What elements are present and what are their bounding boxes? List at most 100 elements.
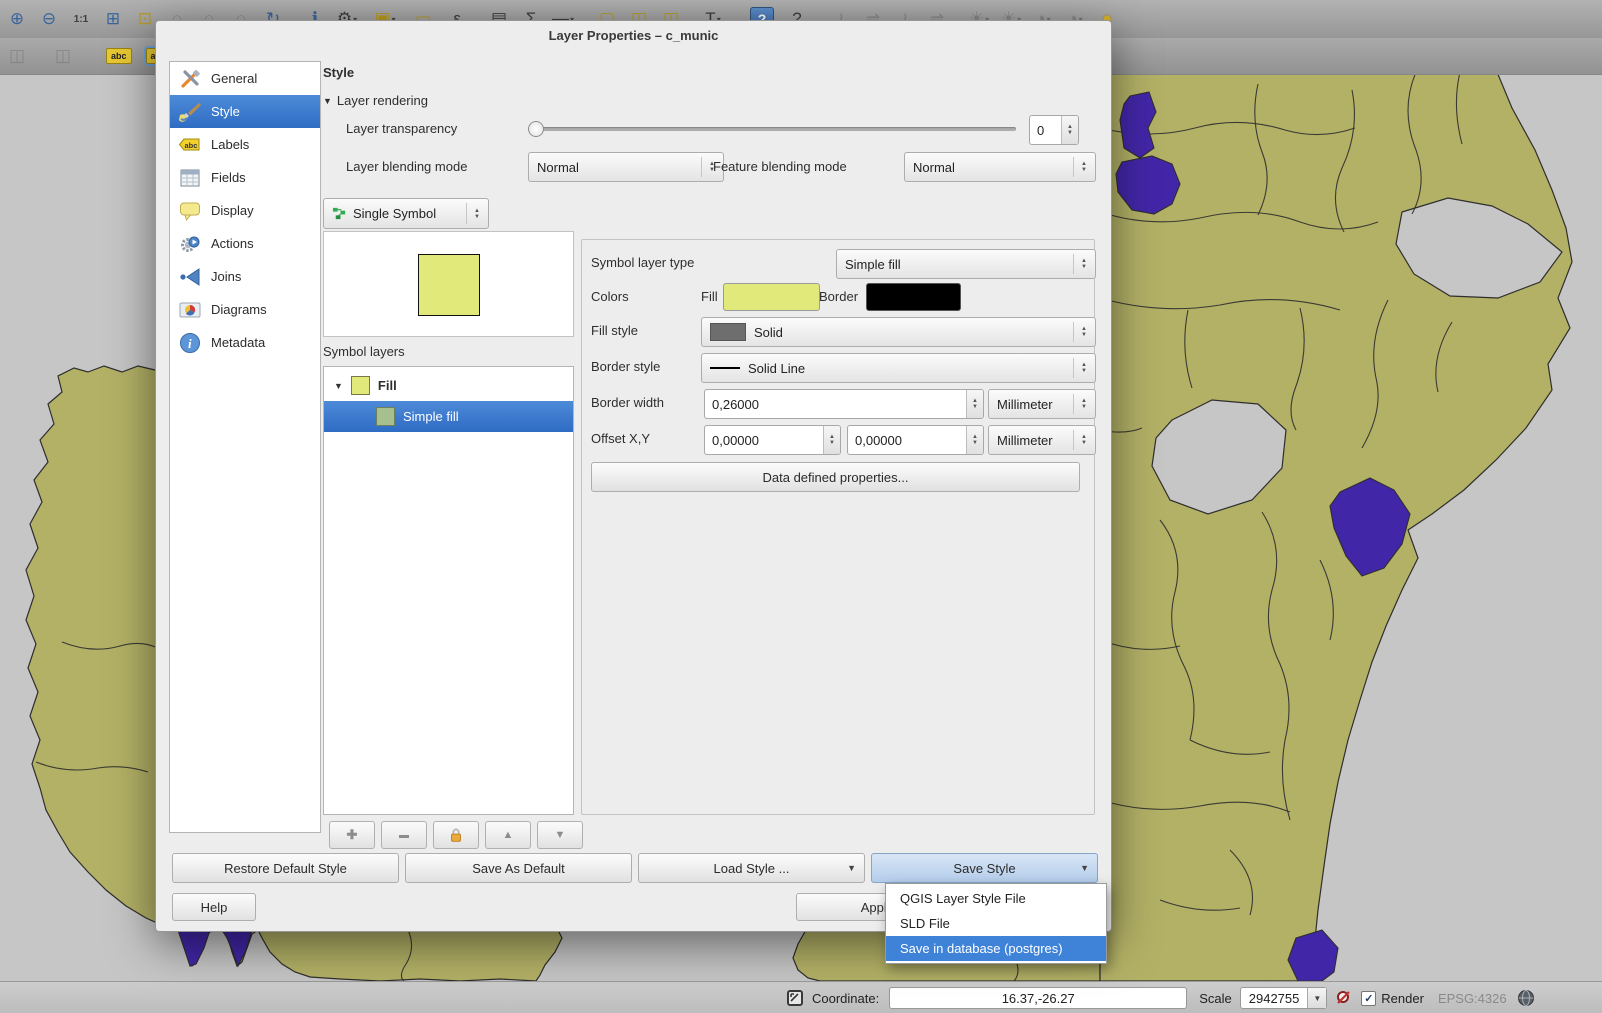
save-style-button[interactable]: Save Style ▼ (871, 853, 1098, 883)
expander-icon[interactable]: ▼ (334, 381, 343, 391)
sidebar-label: General (211, 71, 257, 86)
sidebar-item-fields[interactable]: Fields (170, 161, 320, 194)
border-width-unit-combo[interactable]: Millimeter ▲▼ (988, 389, 1096, 419)
symbol-preview (323, 231, 574, 337)
label-toolbar-icon[interactable]: abc (106, 48, 132, 64)
lock-symbol-layer-button[interactable] (433, 821, 479, 849)
fill-color-label: Fill (701, 289, 718, 305)
layer-blend-combo[interactable]: Normal ▲▼ (528, 152, 724, 182)
simple-fill-swatch-icon (376, 407, 395, 426)
scale-combo[interactable]: 2942755 ▼ (1240, 987, 1328, 1009)
move-down-button[interactable]: ▼ (537, 821, 583, 849)
scale-label: Scale (1199, 991, 1232, 1006)
menu-item-save-in-database[interactable]: Save in database (postgres) (886, 936, 1106, 961)
zoom-native-icon[interactable]: 1:1 (68, 6, 94, 32)
data-defined-properties-button[interactable]: Data defined properties... (591, 462, 1080, 492)
combo-arrows-icon: ▲▼ (1073, 430, 1087, 450)
combo-arrows-icon: ▲▼ (1073, 254, 1087, 274)
symbol-layers-tree: ▼ Fill Simple fill (323, 366, 574, 815)
fill-style-label: Fill style (591, 323, 638, 339)
help-button[interactable]: Help (172, 893, 256, 921)
sidebar-item-general[interactable]: General (170, 62, 320, 95)
menu-item-sld-file[interactable]: SLD File (886, 911, 1106, 936)
renderer-combo[interactable]: Single Symbol ▲▼ (323, 198, 489, 229)
sidebar-item-display[interactable]: Display (170, 194, 320, 227)
border-color-button[interactable] (866, 283, 961, 311)
combo-arrows-icon: ▲▼ (466, 203, 480, 224)
sidebar-item-diagrams[interactable]: Diagrams (170, 293, 320, 326)
move-up-button[interactable]: ▲ (485, 821, 531, 849)
svg-text:i: i (188, 336, 192, 351)
spinner-arrows-icon[interactable]: ▲▼ (966, 426, 983, 454)
sidebar-label: Joins (211, 269, 241, 284)
sidebar-item-actions[interactable]: Actions (170, 227, 320, 260)
info-icon: i (178, 331, 202, 355)
offset-y-spinbox[interactable]: ▲▼ (847, 425, 984, 455)
zoom-full-icon[interactable]: ⊞ (100, 6, 126, 32)
paintbrush-icon (178, 100, 202, 124)
offset-x-input[interactable] (705, 433, 823, 448)
dropdown-caret-icon[interactable]: ▼ (1307, 988, 1326, 1008)
spinner-arrows-icon[interactable]: ▲▼ (966, 390, 983, 418)
transparency-input[interactable] (1030, 123, 1061, 138)
combo-arrows-icon: ▲▼ (1073, 394, 1087, 414)
add-symbol-layer-button[interactable]: ✚ (329, 821, 375, 849)
combo-arrows-icon: ▲▼ (1073, 358, 1087, 378)
transparency-slider-handle[interactable] (528, 121, 544, 137)
render-checkbox[interactable]: ✓ (1361, 991, 1376, 1006)
collapse-arrow-icon: ▼ (323, 96, 337, 106)
border-width-spinbox[interactable]: ▲▼ (704, 389, 984, 419)
render-label: Render (1381, 991, 1424, 1006)
fill-color-button[interactable] (723, 283, 820, 311)
feature-blend-combo[interactable]: Normal ▲▼ (904, 152, 1096, 182)
transparency-slider[interactable] (528, 127, 1016, 131)
symbol-layer-type-combo[interactable]: Simple fill ▲▼ (836, 249, 1096, 279)
combo-arrows-icon: ▲▼ (1073, 157, 1087, 177)
menu-item-qgis-style-file[interactable]: QGIS Layer Style File (886, 886, 1106, 911)
combo-arrows-icon: ▲▼ (1073, 322, 1087, 342)
remove-symbol-layer-button[interactable]: ▬ (381, 821, 427, 849)
sidebar-label: Diagrams (211, 302, 267, 317)
sidebar-item-joins[interactable]: Joins (170, 260, 320, 293)
restore-default-style-button[interactable]: Restore Default Style (172, 853, 399, 883)
spinner-arrows-icon[interactable]: ▲▼ (823, 426, 840, 454)
save-as-default-button[interactable]: Save As Default (405, 853, 632, 883)
sidebar-label: Display (211, 203, 254, 218)
extents-toggle-icon[interactable] (786, 989, 804, 1007)
sidebar-label: Labels (211, 137, 249, 152)
feature-blend-label: Feature blending mode (713, 159, 847, 175)
sidebar-item-labels[interactable]: abc Labels (170, 128, 320, 161)
border-color-label: Border (819, 289, 858, 305)
border-width-input[interactable] (705, 397, 966, 412)
copy-style-icon: ◫ (4, 43, 30, 69)
lock-icon (447, 826, 465, 844)
dropdown-caret-icon: ▼ (1072, 858, 1089, 878)
sidebar-item-metadata[interactable]: i Metadata (170, 326, 320, 359)
paste-style-icon: ◫ (50, 43, 76, 69)
fill-style-swatch-icon (710, 323, 746, 341)
layer-properties-dialog: Layer Properties – c_munic General Style… (155, 20, 1112, 932)
zoom-in-icon[interactable]: ⊕ (4, 6, 30, 32)
save-style-menu: QGIS Layer Style File SLD File Save in d… (885, 883, 1107, 964)
scale-lock-icon[interactable] (1335, 989, 1353, 1007)
border-style-combo[interactable]: Solid Line ▲▼ (701, 353, 1096, 383)
tree-row-simple-fill[interactable]: Simple fill (324, 401, 573, 432)
sidebar-label: Fields (211, 170, 246, 185)
table-icon (178, 166, 202, 190)
zoom-out-icon[interactable]: ⊖ (36, 6, 62, 32)
spinner-arrows-icon[interactable]: ▲▼ (1061, 116, 1078, 144)
tree-row-fill[interactable]: ▼ Fill (324, 370, 573, 401)
offset-x-spinbox[interactable]: ▲▼ (704, 425, 841, 455)
coordinate-input[interactable] (889, 987, 1187, 1009)
sidebar-item-style[interactable]: Style (170, 95, 320, 128)
load-style-button[interactable]: Load Style ... ▼ (638, 853, 865, 883)
layer-blend-label: Layer blending mode (346, 159, 467, 175)
layer-rendering-group[interactable]: ▼ Layer rendering (323, 93, 428, 109)
transparency-spinbox[interactable]: ▲▼ (1029, 115, 1079, 145)
status-bar: Coordinate: Scale 2942755 ▼ ✓ Render EPS… (0, 981, 1602, 1013)
fill-style-combo[interactable]: Solid ▲▼ (701, 317, 1096, 347)
offset-y-input[interactable] (848, 433, 966, 448)
crs-globe-icon[interactable] (1517, 989, 1535, 1007)
offset-unit-combo[interactable]: Millimeter ▲▼ (988, 425, 1096, 455)
symbol-preview-swatch (418, 254, 480, 316)
